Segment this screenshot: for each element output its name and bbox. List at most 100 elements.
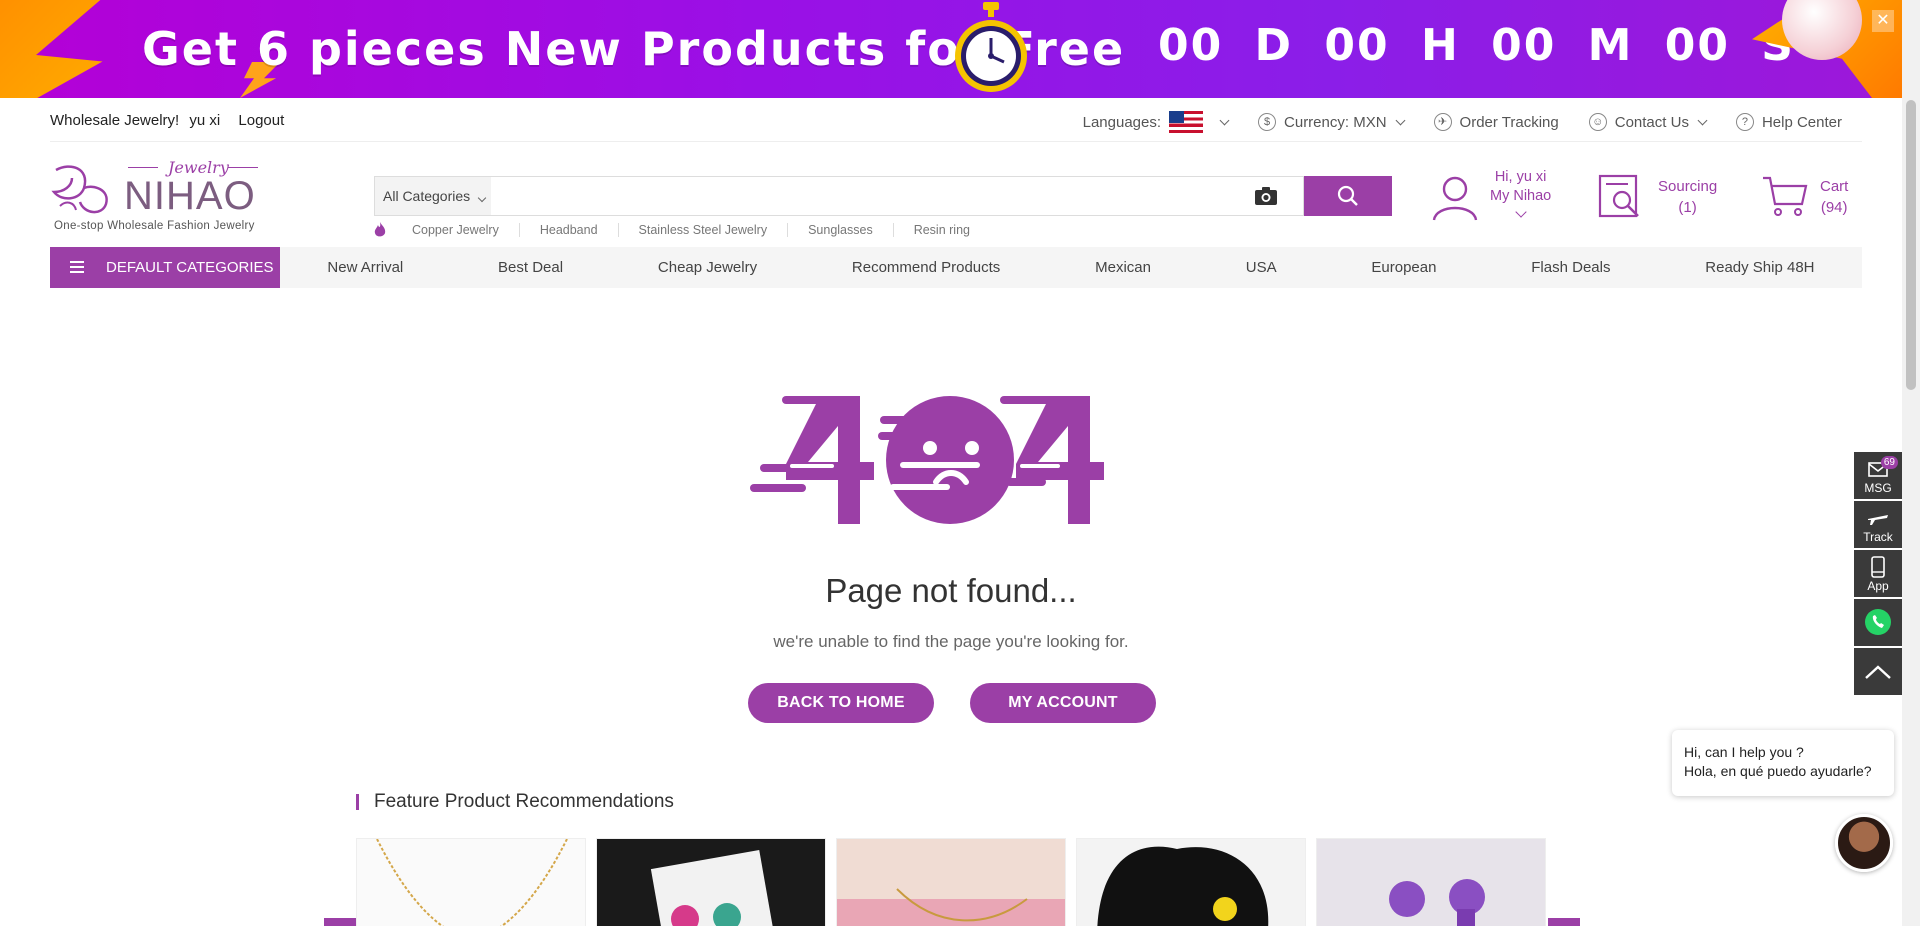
language-selector[interactable]: Languages:: [1082, 111, 1230, 133]
error-message: we're unable to find the page you're loo…: [773, 632, 1129, 651]
chevron-up-icon: [1865, 665, 1891, 679]
side-toolbar: 69 MSG Track App: [1854, 452, 1902, 697]
nav-link-usa[interactable]: USA: [1246, 259, 1277, 276]
flower-earrings-product-image: [650, 850, 774, 926]
search-button[interactable]: [1304, 176, 1392, 216]
promo-banner[interactable]: Get 6 pieces New Products for Free 00 D …: [0, 0, 1902, 98]
chevron-down-icon: [1395, 115, 1405, 125]
nav-link-recommend-products[interactable]: Recommend Products: [852, 259, 1000, 276]
category-dropdown[interactable]: All Categories: [375, 177, 491, 215]
nav-link-european[interactable]: European: [1371, 259, 1436, 276]
track-button[interactable]: Track: [1854, 501, 1902, 548]
search-icon: [1337, 185, 1358, 206]
chevron-down-icon: [1514, 206, 1527, 218]
banner-decoration: [0, 0, 112, 98]
nav-link-mexican[interactable]: Mexican: [1095, 259, 1151, 276]
anklet-product-image: [837, 888, 1065, 926]
necklace-product-image: [376, 839, 568, 926]
product-card[interactable]: [596, 838, 826, 926]
nav-link-cheap-jewelry[interactable]: Cheap Jewelry: [658, 259, 757, 276]
categories-label: DEFAULT CATEGORIES: [106, 259, 274, 276]
search-bar: All Categories: [374, 176, 1304, 216]
product-card[interactable]: [1316, 838, 1546, 926]
carousel-prev-button[interactable]: [324, 918, 356, 926]
nav-link-ready-ship[interactable]: Ready Ship 48H: [1705, 259, 1814, 276]
product-card[interactable]: [836, 838, 1066, 926]
headset-icon: ☺: [1588, 113, 1607, 131]
app-button[interactable]: App: [1854, 550, 1902, 597]
logo-tagline: One-stop Wholesale Fashion Jewelry: [54, 220, 255, 232]
hot-keyword-link[interactable]: Sunglasses: [787, 223, 893, 237]
my-account-button[interactable]: MY ACCOUNT: [970, 683, 1156, 723]
account-label: My Nihao: [1490, 188, 1552, 204]
dollar-icon: $: [1258, 113, 1277, 131]
user-icon: [1432, 176, 1478, 221]
yellow-flower-earring-product-image: [1097, 846, 1269, 926]
camera-icon[interactable]: [1255, 187, 1277, 205]
chat-bubble[interactable]: Hi, can I help you ? Hola, en qué puedo …: [1672, 730, 1894, 796]
messages-button[interactable]: 69 MSG: [1854, 452, 1902, 499]
logout-link[interactable]: Logout: [238, 112, 284, 129]
nav-link-best-deal[interactable]: Best Deal: [498, 259, 563, 276]
logo-name: NIHAO: [124, 174, 256, 218]
app-label: App: [1867, 579, 1889, 593]
hot-keyword-link[interactable]: Headband: [518, 223, 618, 237]
hot-keyword-link[interactable]: Copper Jewelry: [400, 223, 519, 237]
phone-icon: [1871, 556, 1885, 578]
order-tracking-link[interactable]: ✈ Order Tracking: [1433, 113, 1559, 131]
messages-label: MSG: [1864, 481, 1892, 495]
nav-link-flash-deals[interactable]: Flash Deals: [1531, 259, 1610, 276]
page-scrollbar[interactable]: [1902, 0, 1920, 926]
main-nav: DEFAULT CATEGORIES New Arrival Best Deal…: [50, 247, 1862, 288]
whatsapp-icon: [1865, 609, 1891, 635]
product-card[interactable]: [356, 838, 586, 926]
help-center-label: Help Center: [1761, 113, 1842, 131]
chevron-down-icon: [1697, 115, 1708, 125]
page: Get 6 pieces New Products for Free 00 D …: [0, 0, 1920, 926]
cart-icon: [1763, 176, 1808, 216]
chat-agent-avatar[interactable]: [1835, 814, 1893, 872]
contact-us-menu[interactable]: ☺ Contact Us: [1588, 113, 1708, 131]
category-label: All Categories: [383, 188, 471, 204]
flame-icon: [374, 222, 386, 237]
butterfly-logo-icon: [51, 165, 108, 214]
languages-label: Languages:: [1082, 113, 1162, 131]
site-logo[interactable]: Jewelry NIHAO One-stop Wholesale Fashion…: [50, 158, 270, 238]
countdown-timer: 00 D 00 H 00 M 00 S: [1158, 20, 1795, 71]
currency-label: Currency: MXN: [1284, 113, 1387, 131]
whatsapp-button[interactable]: [1854, 599, 1902, 646]
order-tracking-label: Order Tracking: [1459, 113, 1559, 131]
close-banner-button[interactable]: ✕: [1872, 10, 1894, 32]
messages-badge: 69: [1880, 456, 1898, 469]
default-categories-button[interactable]: DEFAULT CATEGORIES: [50, 247, 280, 288]
back-to-top-button[interactable]: [1854, 648, 1902, 695]
user-name-link[interactable]: yu xi: [189, 112, 220, 129]
us-flag-icon: [1169, 111, 1204, 133]
cart-label: Cart: [1820, 178, 1849, 195]
greeting-text: Wholesale Jewelry!: [50, 112, 180, 129]
cart-link[interactable]: Cart (94): [1762, 174, 1872, 224]
scrollbar-thumb[interactable]: [1906, 100, 1916, 390]
recommendations-heading: Feature Product Recommendations: [356, 791, 674, 813]
stopwatch-icon: [955, 2, 1027, 92]
sourcing-label: Sourcing: [1658, 178, 1718, 195]
carousel-next-button[interactable]: [1548, 918, 1580, 926]
plane-icon: ✈: [1433, 113, 1452, 131]
search-input[interactable]: [493, 177, 1213, 215]
logo-divider: [128, 167, 158, 168]
nav-link-new-arrival[interactable]: New Arrival: [327, 259, 403, 276]
product-card[interactable]: [1076, 838, 1306, 926]
hot-keyword-link[interactable]: Stainless Steel Jewelry: [617, 223, 788, 237]
currency-selector[interactable]: $ Currency: MXN: [1258, 113, 1405, 131]
hot-keyword-link[interactable]: Resin ring: [892, 223, 990, 237]
sourcing-count: (1): [1678, 199, 1697, 216]
back-to-home-button[interactable]: BACK TO HOME: [748, 683, 934, 723]
error-title: Page not found...: [825, 572, 1077, 609]
my-account-menu[interactable]: Hi, yu xi My Nihao: [1428, 168, 1558, 228]
chevron-down-icon: [477, 193, 487, 203]
account-greeting: Hi, yu xi: [1494, 169, 1547, 185]
sourcing-link[interactable]: Sourcing (1): [1598, 174, 1728, 224]
chevron-down-icon: [1219, 115, 1230, 125]
track-label: Track: [1863, 530, 1893, 544]
help-center-link[interactable]: ? Help Center: [1735, 113, 1842, 131]
